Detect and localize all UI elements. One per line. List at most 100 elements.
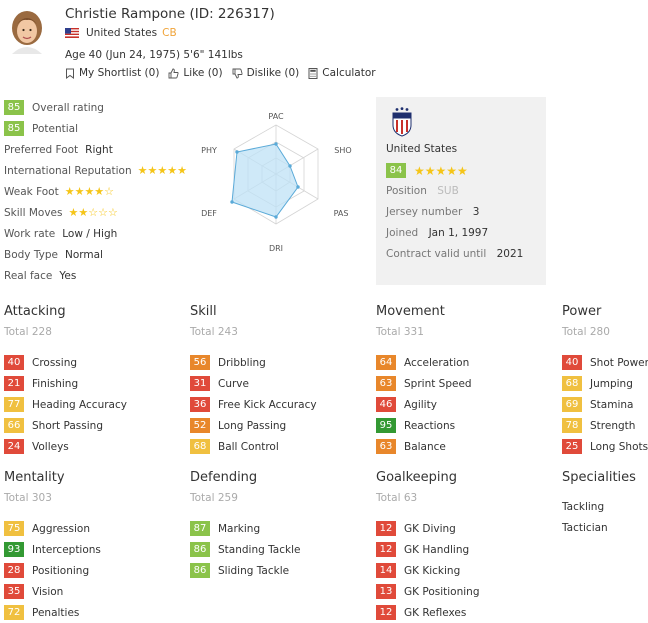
- stat-row-shot-power: 40 Shot Power: [562, 352, 648, 373]
- stat-value-badge: 77: [4, 397, 24, 412]
- stat-row-curve: 31 Curve: [190, 373, 370, 394]
- stat-name: Penalties: [32, 606, 80, 619]
- radar-point-dri: [274, 215, 278, 219]
- us-flag-icon: [65, 28, 79, 38]
- stat-name: Positioning: [32, 564, 90, 577]
- radar-label-phy: PHY: [201, 146, 217, 155]
- joined-row: Joined Jan 1, 1997: [386, 227, 488, 239]
- stat-value-badge: 78: [562, 418, 582, 433]
- work-rate-row: Work rate Low / High: [4, 223, 194, 244]
- shortlist-button[interactable]: My Shortlist (0): [65, 67, 159, 79]
- stat-row-gk-kicking: 14 GK Kicking: [376, 560, 556, 581]
- stat-value-badge: 64: [376, 355, 396, 370]
- defending-title: Defending: [190, 470, 258, 485]
- stat-name: Dribbling: [218, 356, 266, 369]
- stat-value-badge: 87: [190, 521, 210, 536]
- player-country[interactable]: United States: [86, 27, 157, 39]
- stat-name: GK Diving: [404, 522, 456, 535]
- stat-name: Shot Power: [590, 356, 648, 369]
- stat-row-long-passing: 52 Long Passing: [190, 415, 370, 436]
- stat-row-sprint-speed: 63 Sprint Speed: [376, 373, 556, 394]
- stat-name: GK Handling: [404, 543, 470, 556]
- stat-name: Curve: [218, 377, 249, 390]
- potential-label: Potential: [32, 122, 78, 135]
- calculator-button[interactable]: Calculator: [308, 67, 376, 79]
- specialities-title: Specialities: [562, 470, 636, 485]
- overall-rating-row: 85 Overall rating: [4, 97, 194, 118]
- stat-row-standing-tackle: 86 Standing Tackle: [190, 539, 370, 560]
- skill-moves-row: Skill Moves ★★☆☆☆: [4, 202, 194, 223]
- stat-name: Long Passing: [218, 419, 287, 432]
- stat-row-heading-accuracy: 77 Heading Accuracy: [4, 394, 184, 415]
- player-name: Christie Rampone (ID: 226317): [65, 6, 275, 22]
- dislike-button[interactable]: Dislike (0): [232, 67, 299, 79]
- attacking-title: Attacking: [4, 304, 66, 319]
- body-type-value: Normal: [64, 248, 103, 261]
- body-type-label: Body Type: [4, 248, 58, 261]
- stat-row-short-passing: 66 Short Passing: [4, 415, 184, 436]
- national-team-stars: ★★★★★: [414, 163, 468, 178]
- team-position-row: Position SUB: [386, 185, 459, 197]
- speciality-tactician[interactable]: Tactician: [562, 517, 648, 538]
- stat-value-badge: 40: [562, 355, 582, 370]
- specialities-section: Specialities Tackling Tactician: [562, 470, 648, 538]
- speciality-tackling[interactable]: Tackling: [562, 496, 648, 517]
- power-section: Power Total 280 40 Shot Power 68 Jumping 69 Sta…: [562, 304, 648, 457]
- movement-section: Movement Total 331 64 Acceleration 63 Sprint …: [376, 304, 556, 457]
- stat-value-badge: 63: [376, 439, 396, 454]
- stat-row-stamina: 69 Stamina: [562, 394, 648, 415]
- stat-row-acceleration: 64 Acceleration: [376, 352, 556, 373]
- stat-name: Standing Tackle: [218, 543, 301, 556]
- player-position[interactable]: CB: [162, 27, 177, 39]
- stat-value-badge: 31: [190, 376, 210, 391]
- mentality-title: Mentality: [4, 470, 65, 485]
- stat-value-badge: 86: [190, 563, 210, 578]
- skill-title: Skill: [190, 304, 217, 319]
- overall-rating-label: Overall rating: [32, 101, 104, 114]
- international-reputation-stars: ★★★★★: [137, 164, 187, 177]
- mentality-section: Mentality Total 303 75 Aggression 93 Intercep…: [4, 470, 184, 623]
- stat-name: Strength: [590, 419, 636, 432]
- stat-value-badge: 35: [4, 584, 24, 599]
- weak-foot-stars: ★★★★☆: [64, 185, 115, 198]
- stat-name: Reactions: [404, 419, 456, 432]
- stat-value-badge: 21: [4, 376, 24, 391]
- stat-value-badge: 56: [190, 355, 210, 370]
- joined-label: Joined: [386, 227, 419, 239]
- radar-point-phy: [235, 150, 239, 154]
- stat-row-gk-reflexes: 12 GK Reflexes: [376, 602, 556, 623]
- attribute-radar-chart: PAC SHO PAS DRI DEF PHY: [201, 112, 352, 253]
- national-team-rating-badge: 84: [386, 163, 406, 178]
- stat-value-badge: 12: [376, 542, 396, 557]
- work-rate-value: Low / High: [62, 227, 118, 240]
- like-button[interactable]: Like (0): [168, 67, 223, 79]
- international-reputation-row: International Reputation ★★★★★: [4, 160, 194, 181]
- attacking-total: Total 228: [4, 326, 52, 338]
- stat-value-badge: 68: [190, 439, 210, 454]
- stat-row-dribbling: 56 Dribbling: [190, 352, 370, 373]
- stat-name: Short Passing: [32, 419, 103, 432]
- stat-name: GK Positioning: [404, 585, 480, 598]
- stat-value-badge: 12: [376, 521, 396, 536]
- stat-name: GK Reflexes: [404, 606, 467, 619]
- stat-row-crossing: 40 Crossing: [4, 352, 184, 373]
- stat-row-positioning: 28 Positioning: [4, 560, 184, 581]
- stat-value-badge: 46: [376, 397, 396, 412]
- skill-moves-stars: ★★☆☆☆: [68, 206, 118, 219]
- skill-total: Total 243: [190, 326, 238, 338]
- contract-value: 2021: [496, 248, 524, 260]
- radar-label-pac: PAC: [268, 112, 284, 121]
- international-reputation-label: International Reputation: [4, 164, 132, 177]
- stat-name: Volleys: [32, 440, 69, 453]
- potential-badge: 85: [4, 121, 24, 136]
- national-team-rating-row: 84 ★★★★★: [386, 163, 468, 178]
- radar-area: [231, 143, 299, 218]
- stat-value-badge: 63: [376, 376, 396, 391]
- stat-value-badge: 25: [562, 439, 582, 454]
- stat-value-badge: 86: [190, 542, 210, 557]
- stat-row-balance: 63 Balance: [376, 436, 556, 457]
- goalkeeping-title: Goalkeeping: [376, 470, 458, 485]
- national-team-name[interactable]: United States: [386, 143, 457, 155]
- jersey-number-label: Jersey number: [386, 206, 463, 218]
- stat-value-badge: 12: [376, 605, 396, 620]
